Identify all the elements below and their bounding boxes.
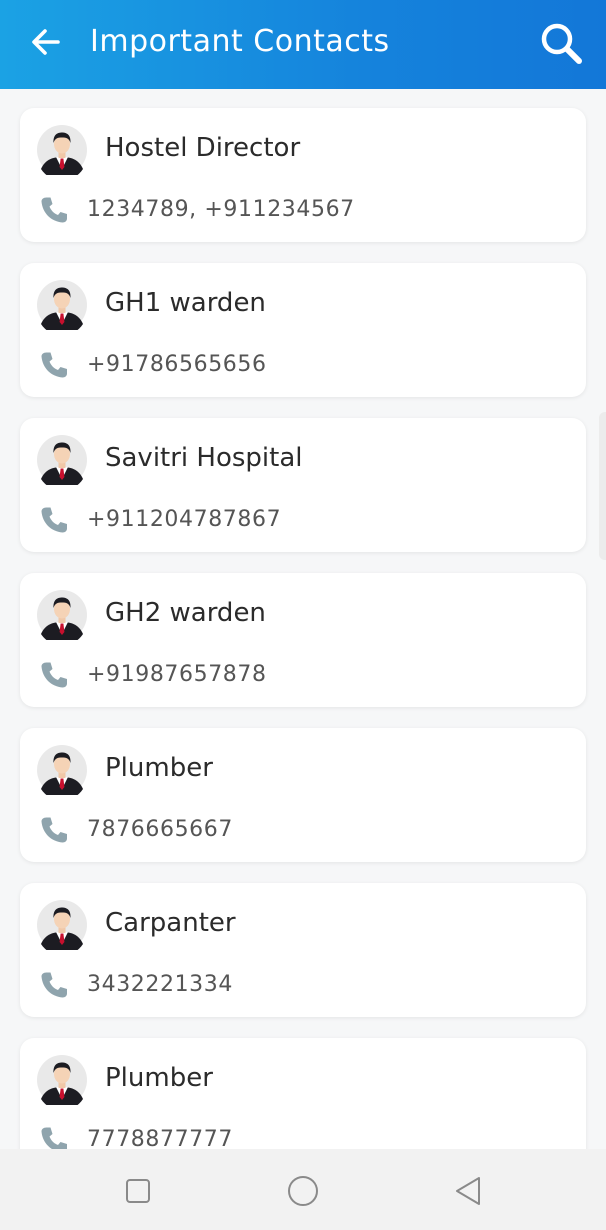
contact-card[interactable]: Plumber 7778877777 xyxy=(20,1038,586,1149)
contact-phone[interactable]: 3432221334 xyxy=(87,969,233,1001)
contact-name: GH2 warden xyxy=(105,598,266,628)
scroll-edge-handle[interactable] xyxy=(599,412,606,560)
contact-list[interactable]: Hostel Director 1234789, +911234567 GH1 … xyxy=(0,89,606,1149)
avatar-icon xyxy=(37,900,87,950)
avatar-icon xyxy=(37,435,87,485)
home-icon[interactable] xyxy=(283,1171,323,1211)
phone-icon[interactable] xyxy=(38,1124,70,1149)
back-triangle-icon[interactable] xyxy=(448,1171,488,1211)
avatar-icon xyxy=(37,125,87,175)
phone-icon[interactable] xyxy=(38,814,70,846)
contact-phone[interactable]: +91786565656 xyxy=(87,349,267,381)
contact-card[interactable]: Plumber 7876665667 xyxy=(20,728,586,862)
avatar-icon xyxy=(37,280,87,330)
contact-card[interactable]: Carpanter 3432221334 xyxy=(20,883,586,1017)
contact-card[interactable]: Savitri Hospital +911204787867 xyxy=(20,418,586,552)
contact-phone[interactable]: 7876665667 xyxy=(87,814,233,846)
phone-icon[interactable] xyxy=(38,659,70,691)
page-title: Important Contacts xyxy=(90,24,390,59)
phone-icon[interactable] xyxy=(38,969,70,1001)
contact-name: Savitri Hospital xyxy=(105,443,303,473)
contact-card[interactable]: Hostel Director 1234789, +911234567 xyxy=(20,108,586,242)
contact-name: GH1 warden xyxy=(105,288,266,318)
contact-phone[interactable]: 1234789, +911234567 xyxy=(87,194,355,226)
contact-card[interactable]: GH1 warden +91786565656 xyxy=(20,263,586,397)
contact-card[interactable]: GH2 warden +91987657878 xyxy=(20,573,586,707)
contact-phone[interactable]: +91987657878 xyxy=(87,659,267,691)
system-nav-bar xyxy=(0,1149,606,1230)
search-icon[interactable] xyxy=(536,18,586,68)
contact-name: Hostel Director xyxy=(105,133,301,163)
phone-icon[interactable] xyxy=(38,194,70,226)
arrow-left-icon[interactable] xyxy=(28,24,64,60)
app-bar: Important Contacts xyxy=(0,0,606,89)
contact-name: Plumber xyxy=(105,1063,213,1093)
recent-apps-icon[interactable] xyxy=(118,1171,158,1211)
avatar-icon xyxy=(37,745,87,795)
phone-icon[interactable] xyxy=(38,349,70,381)
contact-name: Plumber xyxy=(105,753,213,783)
phone-icon[interactable] xyxy=(38,504,70,536)
contact-phone[interactable]: +911204787867 xyxy=(87,504,281,536)
contact-phone[interactable]: 7778877777 xyxy=(87,1124,233,1149)
avatar-icon xyxy=(37,1055,87,1105)
contact-name: Carpanter xyxy=(105,908,236,938)
avatar-icon xyxy=(37,590,87,640)
